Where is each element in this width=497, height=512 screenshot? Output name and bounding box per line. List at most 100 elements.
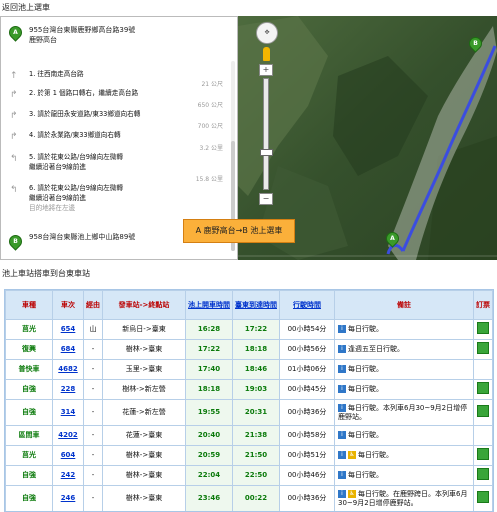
train-number-link[interactable]: 4202: [52, 425, 84, 446]
route: 樹林->臺東: [102, 339, 186, 360]
note-text: 每日行駛。: [348, 325, 383, 333]
direction-step-text: 4. 請於永業路/東33鄉道向右轉: [29, 130, 219, 140]
step-number: 1.: [29, 70, 36, 78]
slight-left-icon: ↰: [10, 185, 18, 195]
train-number-link[interactable]: 604: [52, 445, 84, 466]
end-marker-icon: B: [6, 232, 25, 251]
book-ticket-icon[interactable]: [477, 382, 489, 394]
info-icon: i: [338, 365, 346, 373]
ticket-cell: [473, 399, 493, 426]
departure-time: 20:59: [185, 445, 233, 466]
direction-steps: ↑ 1. 往西南走高台路 21 公尺 ↱ 2. 於第 1 個路口轉右，繼續走高台路 650…: [1, 67, 229, 217]
duration: 00小時51分: [279, 445, 335, 466]
turn-right-icon: ↱: [10, 111, 18, 121]
duration: 00小時56分: [279, 339, 335, 360]
duration: 00小時46分: [279, 465, 335, 486]
arrival-time: 17:22: [232, 319, 280, 340]
book-ticket-icon[interactable]: [477, 322, 489, 334]
zoom-in-button[interactable]: +: [259, 64, 273, 76]
turn-right-icon: ↱: [10, 132, 18, 142]
step-instruction: 往西南走高台路: [37, 70, 84, 78]
note-text: 每日行駛。: [348, 365, 383, 373]
table-row: 區間車 4202- 花蓮->臺東 20:40 21:38 00小時58分 i 每日行駛。: [5, 425, 493, 446]
direction-step[interactable]: ↰ 6. 請於花東公路/台9線向左微轉 繼續沿著台9線前進 目的地將在左邊: [1, 181, 229, 217]
train-number-link[interactable]: 314: [52, 399, 84, 426]
direction-step-text: 1. 往西南走高台路: [29, 69, 219, 79]
arrival-time: 18:46: [232, 359, 280, 380]
route-summary-button[interactable]: A 鹿野高台→B 池上選車: [183, 219, 295, 243]
route: 新烏日->臺東: [102, 319, 186, 340]
train-number-link[interactable]: 242: [52, 465, 84, 486]
departure-time: 17:22: [185, 339, 233, 360]
col-via: 經由: [83, 290, 103, 320]
train-number-link[interactable]: 246: [52, 485, 84, 511]
direction-step[interactable]: ↰ 5. 請於花東公路/台9線向左微轉 繼續沿著台9線前進 15.8 公里: [1, 150, 229, 183]
table-row: 莒光 654 山新烏日->臺東 16:28 17:22 00小時54分 i 每日行駛。: [5, 319, 493, 340]
note-cell: i ♿ 每日行駛。在鹿野跨日。本列車6月30~9月2日增停鹿野站。: [334, 485, 474, 511]
arrival-time: 22:50: [232, 465, 280, 486]
note-cell: i 每日行駛。: [334, 379, 474, 400]
note-text: 逢週五至日行駛。: [348, 345, 404, 353]
arrival-time: 21:50: [232, 445, 280, 466]
book-ticket-icon[interactable]: [477, 448, 489, 460]
col-route: 發車站->終點站: [102, 290, 186, 320]
note-text: 每日行駛。: [358, 451, 393, 459]
info-icon: i: [338, 451, 346, 459]
book-ticket-icon[interactable]: [477, 405, 489, 417]
section-title: 池上車站搭車到台東車站: [2, 269, 90, 278]
ticket-cell: [473, 445, 493, 466]
info-icon: i: [338, 345, 346, 353]
zoom-out-button[interactable]: −: [259, 193, 273, 205]
step-number: 2.: [29, 89, 36, 97]
step-sub: 繼續沿著台9線前進: [29, 194, 86, 202]
book-ticket-icon[interactable]: [477, 491, 489, 503]
route: 花蓮->新左營: [102, 399, 186, 426]
start-address-line: 955台灣台東縣鹿野鄉高台路39號: [29, 26, 136, 34]
note-cell: i 每日行駛。本列車6月30~9月2日增停鹿野站。: [334, 399, 474, 426]
step-instruction: 於第 1 個路口轉右，繼續走高台路: [37, 89, 139, 97]
route: 玉里->臺東: [102, 359, 186, 380]
book-ticket-icon[interactable]: [477, 468, 489, 480]
zoom-slider[interactable]: [260, 78, 273, 190]
start-address: 955台灣台東縣鹿野鄉高台路39號 鹿野高台: [29, 25, 135, 45]
direction-step[interactable]: ↱ 4. 請於永業路/東33鄉道向右轉 3.2 公里: [1, 128, 229, 152]
table-row: 自強 228- 樹林->新左營 18:18 19:03 00小時45分 i 每日行駛。: [5, 379, 493, 400]
via: -: [83, 465, 103, 486]
train-number-link[interactable]: 4682: [52, 359, 84, 380]
col-duration[interactable]: 行駛時間: [279, 290, 335, 320]
route: 樹林->臺東: [102, 445, 186, 466]
train-type: 普快車: [5, 359, 53, 380]
duration: 00小時36分: [279, 399, 335, 426]
step-instruction: 請於龍田永安道路/東33鄉道向右轉: [37, 110, 141, 118]
info-icon: i: [338, 385, 346, 393]
train-number-link[interactable]: 228: [52, 379, 84, 400]
book-ticket-icon[interactable]: [477, 342, 489, 354]
via: 山: [83, 319, 103, 340]
start-marker-icon: A: [6, 23, 25, 42]
train-type: 莒光: [5, 445, 53, 466]
ticket-cell: [473, 379, 493, 400]
col-arrival[interactable]: 臺東到達時間: [232, 290, 280, 320]
train-number-link[interactable]: 684: [52, 339, 84, 360]
train-type: 莒光: [5, 319, 53, 340]
back-link[interactable]: 返回池上選車: [2, 2, 50, 13]
route: 花蓮->臺東: [102, 425, 186, 446]
zoom-slider-handle[interactable]: [260, 149, 273, 156]
train-type: 自強: [5, 465, 53, 486]
train-type: 自強: [5, 379, 53, 400]
departure-time: 19:55: [185, 399, 233, 426]
direction-step[interactable]: ↱ 3. 請於龍田永安道路/東33鄉道向右轉 700 公尺: [1, 107, 229, 130]
col-train: 車次: [52, 290, 84, 320]
col-departure[interactable]: 池上開車時間: [185, 290, 233, 320]
street-view-pegman-icon[interactable]: [262, 47, 270, 61]
map-controls: ✥ + −: [256, 22, 278, 205]
ticket-cell: [473, 339, 493, 360]
step-number: 4.: [29, 131, 36, 139]
direction-step[interactable]: ↑ 1. 往西南走高台路 21 公尺: [1, 67, 229, 88]
pan-control[interactable]: ✥: [256, 22, 278, 44]
arrival-time: 00:22: [232, 485, 280, 511]
train-number-link[interactable]: 654: [52, 319, 84, 340]
table-row: 莒光 604- 樹林->臺東 20:59 21:50 00小時51分 i ♿ 每日行駛。: [5, 445, 493, 466]
note-cell: i 每日行駛。: [334, 465, 474, 486]
direction-step[interactable]: ↱ 2. 於第 1 個路口轉右，繼續走高台路 650 公尺: [1, 86, 229, 109]
